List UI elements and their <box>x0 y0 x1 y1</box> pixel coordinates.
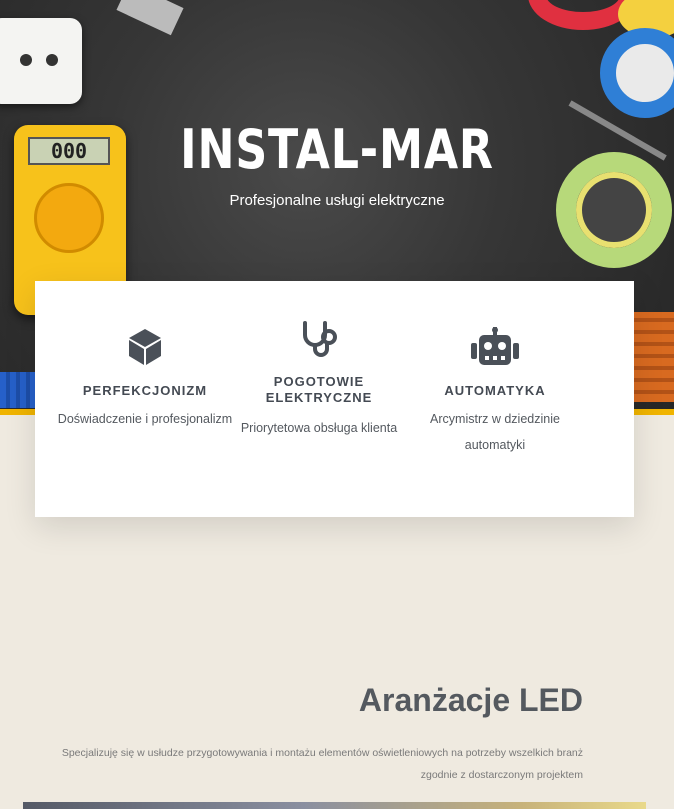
stethoscope-icon <box>219 319 419 359</box>
robot-icon <box>395 327 595 367</box>
terminal-strip-image <box>634 312 674 402</box>
blue-tape-image <box>600 28 674 118</box>
site-subtitle: Profesjonalne usługi elektryczne <box>229 192 445 209</box>
site-title: INSTAL-MAR <box>180 118 494 181</box>
feature-title: AUTOMATYKA <box>444 383 546 398</box>
feature-title: POGOTOWIE ELEKTRYCZNE <box>265 374 373 405</box>
led-section-title: Aranżacje LED <box>358 682 583 718</box>
features-card: PERFEKCJONIZM Doświadczenie i profesjona… <box>35 281 634 517</box>
feature-description: Doświadczenie i profesjonalizm <box>57 412 233 426</box>
feature-description: Priorytetowa obsługa klienta <box>240 421 398 435</box>
feature-description: Arcymistrz w dziedzinie automatyki <box>430 412 560 452</box>
led-section-description: Specjalizuję się w usłudze przygotowywan… <box>61 747 583 781</box>
cube-icon <box>45 327 245 367</box>
cutter-image <box>116 0 184 36</box>
led-section-image <box>23 802 646 809</box>
power-socket-image <box>0 18 82 104</box>
feature-title: PERFEKCJONIZM <box>82 383 208 398</box>
